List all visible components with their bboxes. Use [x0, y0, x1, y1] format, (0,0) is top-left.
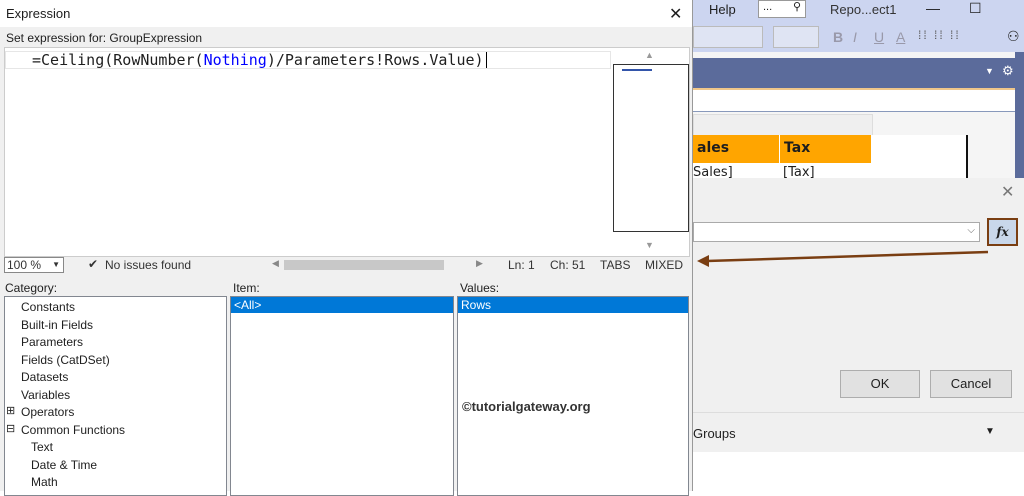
code-line: =Ceiling(RowNumber(Nothing)/Parameters!R…: [32, 51, 487, 69]
watermark: ©tutorialgateway.org: [462, 399, 591, 414]
scroll-left-icon[interactable]: ◀: [272, 258, 279, 269]
bold-button[interactable]: B: [833, 29, 843, 45]
category-math[interactable]: Math: [5, 474, 226, 492]
code-keyword: Nothing: [203, 51, 267, 69]
dialog-title: Expression: [6, 6, 71, 21]
minimap-line: [622, 69, 652, 71]
gear-icon[interactable]: ⚙: [1002, 63, 1014, 79]
search-text: ...: [763, 1, 773, 13]
expression-editor[interactable]: =Ceiling(RowNumber(Nothing)/Parameters!R…: [4, 47, 690, 257]
horizontal-scrollbar[interactable]: [284, 260, 444, 270]
category-common-functions[interactable]: ⊟ Common Functions: [5, 422, 226, 440]
chevron-down-icon: ▼: [52, 260, 60, 269]
category-label: Category:: [5, 281, 58, 295]
category-text[interactable]: Text: [5, 439, 226, 457]
close-icon[interactable]: ✕: [669, 4, 682, 24]
category-date-time[interactable]: Date & Time: [5, 457, 226, 475]
size-dropdown[interactable]: [773, 26, 819, 48]
dropdown-icon[interactable]: ▼: [985, 66, 994, 76]
values-list[interactable]: Rows ©tutorialgateway.org: [457, 296, 689, 496]
category-label-text: Common Functions: [21, 422, 126, 437]
item-all[interactable]: <All>: [231, 297, 453, 313]
scroll-right-icon[interactable]: ▶: [476, 258, 483, 269]
category-fields[interactable]: Fields (CatDSet): [5, 352, 226, 370]
window-title: Repo...ect1: [830, 2, 897, 17]
item-list[interactable]: <All>: [230, 296, 454, 496]
group-expression-combo[interactable]: ⌵: [693, 222, 980, 242]
groups-pane[interactable]: Groups ▼: [693, 412, 1024, 452]
menu-help[interactable]: Help: [709, 2, 736, 17]
check-icon: ✔: [88, 257, 99, 271]
minimize-icon[interactable]: —: [926, 0, 940, 16]
category-parameters[interactable]: Parameters: [5, 334, 226, 352]
issues-status: No issues found: [105, 258, 192, 272]
tabs-mode: TABS: [600, 258, 631, 272]
align-icons[interactable]: ⁞⁞ ⁞⁞ ⁞⁞: [918, 28, 961, 42]
underline-button[interactable]: U: [874, 29, 884, 45]
group-properties-dialog: ✕ ⌵ fx OK Cancel: [693, 178, 1024, 412]
fx-icon: fx: [996, 225, 1009, 239]
chevron-down-icon[interactable]: ▼: [985, 426, 995, 437]
line-endings: MIXED: [645, 258, 684, 272]
category-list[interactable]: Constants Built-in Fields Parameters Fie…: [4, 296, 227, 496]
search-icon: ⚲: [792, 1, 801, 13]
groups-content: [693, 452, 1024, 491]
zoom-value: 100 %: [7, 258, 42, 272]
code-text: =Ceiling(RowNumber(: [32, 51, 204, 69]
chevron-down-icon: ⌵: [967, 225, 975, 236]
category-constants[interactable]: Constants: [5, 299, 226, 317]
column-handles: [693, 114, 873, 136]
header-sales[interactable]: ales: [693, 135, 779, 163]
category-built-in-fields[interactable]: Built-in Fields: [5, 317, 226, 335]
title-bar: Expression ✕: [0, 0, 692, 27]
header-tax[interactable]: Tax: [780, 135, 871, 163]
line-number: Ln: 1: [508, 258, 535, 272]
italic-button[interactable]: I: [853, 29, 857, 45]
font-color-button[interactable]: A: [896, 29, 905, 45]
cancel-button[interactable]: Cancel: [930, 370, 1012, 398]
search-box[interactable]: ... ⚲: [758, 0, 806, 18]
category-datasets[interactable]: Datasets: [5, 369, 226, 387]
item-label: Item:: [233, 281, 260, 295]
annotation-arrow: [697, 250, 989, 267]
zoom-select[interactable]: 100 % ▼: [4, 257, 64, 273]
fx-button[interactable]: fx: [987, 218, 1018, 246]
minimap[interactable]: [613, 64, 689, 232]
collapse-icon[interactable]: ⊟: [6, 422, 15, 437]
code-text: )/Parameters!Rows.Value): [266, 51, 484, 69]
groups-label: Groups: [693, 426, 736, 441]
category-operators[interactable]: ⊞ Operators: [5, 404, 226, 422]
parameter-bar: [693, 88, 1015, 112]
tablix: ales Tax Sales] [Tax]: [693, 135, 968, 180]
values-label: Values:: [460, 281, 500, 295]
category-variables[interactable]: Variables: [5, 387, 226, 405]
toolbar: Help ... ⚲ Repo...ect1 — ☐ B I U A ⁞⁞ ⁞⁞ …: [693, 0, 1024, 52]
status-bar: 100 % ▼ ✔ No issues found ◀ ▶ Ln: 1 Ch: 5…: [4, 257, 690, 273]
value-rows[interactable]: Rows: [458, 297, 688, 313]
font-dropdown[interactable]: [693, 26, 763, 48]
set-expression-label: Set expression for: GroupExpression: [6, 31, 203, 45]
scroll-down-icon[interactable]: ▼: [645, 240, 654, 250]
expression-dialog: Expression ✕ Set expression for: GroupEx…: [0, 0, 693, 496]
category-label-text: Operators: [21, 405, 75, 419]
user-icon[interactable]: ⚇: [1007, 28, 1020, 45]
close-icon[interactable]: ✕: [1001, 182, 1014, 202]
maximize-icon[interactable]: ☐: [969, 0, 982, 17]
scroll-up-icon[interactable]: ▲: [645, 50, 654, 60]
panel-header: ▼ ⚙: [693, 58, 1024, 88]
ok-button[interactable]: OK: [840, 370, 920, 398]
expand-icon[interactable]: ⊞: [6, 404, 15, 419]
char-number: Ch: 51: [550, 258, 586, 272]
